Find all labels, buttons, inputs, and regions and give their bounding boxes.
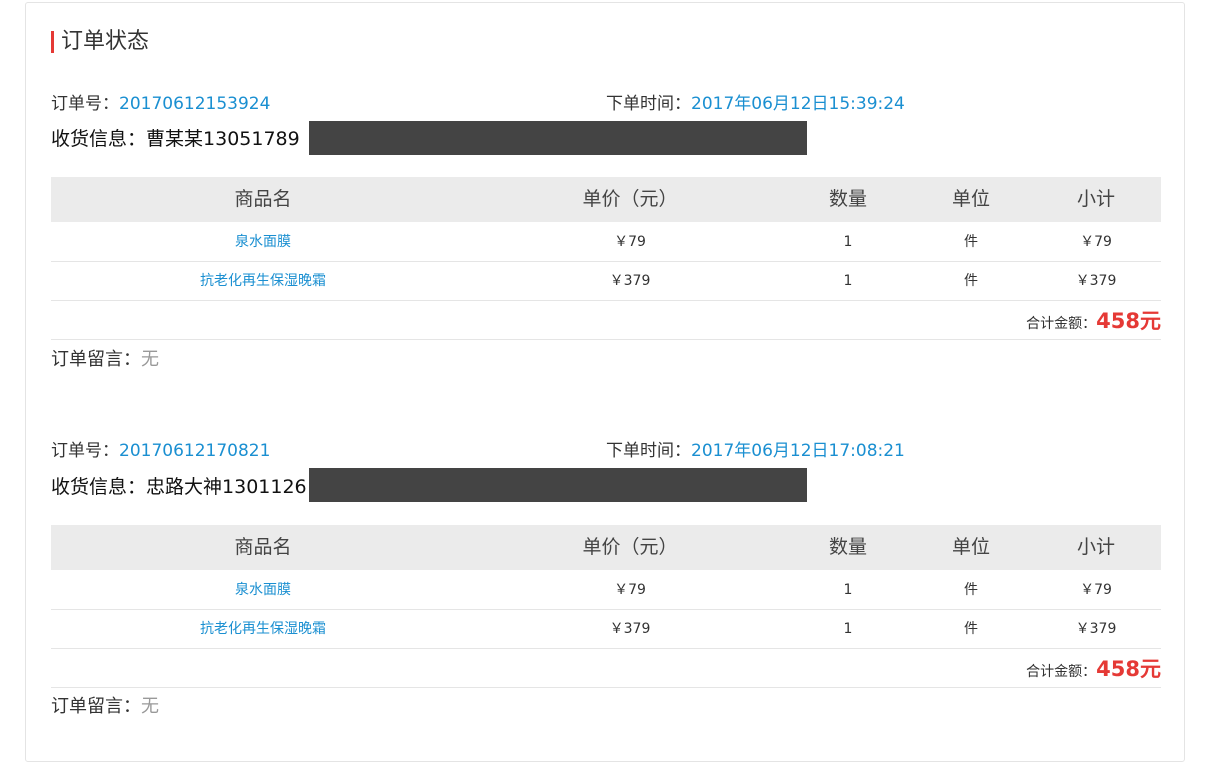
unit: 件 bbox=[964, 273, 978, 289]
quantity: 1 bbox=[843, 582, 853, 598]
redaction-block bbox=[309, 468, 807, 502]
table-row: 抗老化再生保湿晚霜 ￥379 1 件 ￥379 bbox=[51, 610, 1161, 649]
shipping-info-value: 曹某某13051789 bbox=[146, 128, 300, 150]
column-header-price: 单价（元） bbox=[582, 188, 678, 210]
order-status-panel: 订单状态 订单号：20170612153924 下单时间：2017年06月12日… bbox=[25, 2, 1185, 762]
product-name-link[interactable]: 泉水面膜 bbox=[51, 571, 475, 609]
order-number: 订单号：20170612153924 bbox=[51, 94, 271, 114]
quantity: 1 bbox=[843, 621, 853, 637]
column-header-price: 单价（元） bbox=[582, 536, 678, 558]
table-header: 商品名 单价（元） 数量 单位 小计 bbox=[51, 525, 1161, 570]
order-remark: 订单留言：无 bbox=[51, 696, 159, 717]
subtotal: ￥379 bbox=[1075, 621, 1117, 637]
order-remark-value: 无 bbox=[141, 696, 159, 717]
quantity: 1 bbox=[843, 234, 853, 250]
order-number-value[interactable]: 20170612153924 bbox=[119, 94, 270, 114]
table-row: 泉水面膜 ￥79 1 件 ￥79 bbox=[51, 571, 1161, 610]
redaction-block bbox=[309, 121, 807, 155]
order-time: 下单时间：2017年06月12日17:08:21 bbox=[606, 441, 905, 461]
order-remark: 订单留言：无 bbox=[51, 349, 159, 370]
total-amount: 458元 bbox=[1096, 657, 1161, 681]
subtotal: ￥379 bbox=[1075, 273, 1117, 289]
shipping-info-value: 忠路大神1301126 bbox=[146, 476, 307, 498]
page-title: 订单状态 bbox=[51, 29, 149, 55]
order-remark-value: 无 bbox=[141, 349, 159, 370]
column-header-name: 商品名 bbox=[234, 536, 292, 558]
shipping-info: 收货信息：忠路大神1301126 bbox=[51, 476, 307, 498]
product-name-link[interactable]: 泉水面膜 bbox=[51, 223, 475, 261]
order-time-value: 2017年06月12日17:08:21 bbox=[691, 441, 905, 461]
table-row: 抗老化再生保湿晚霜 ￥379 1 件 ￥379 bbox=[51, 262, 1161, 301]
column-header-qty: 数量 bbox=[828, 188, 867, 210]
order-total: 合计金额：458元 bbox=[51, 649, 1161, 688]
column-header-unit: 单位 bbox=[951, 536, 990, 558]
column-header-unit: 单位 bbox=[951, 188, 990, 210]
column-header-qty: 数量 bbox=[828, 536, 867, 558]
shipping-info: 收货信息：曹某某13051789 bbox=[51, 128, 300, 150]
unit-price: ￥79 bbox=[614, 234, 646, 250]
table-row: 泉水面膜 ￥79 1 件 ￥79 bbox=[51, 223, 1161, 262]
order-time: 下单时间：2017年06月12日15:39:24 bbox=[606, 94, 905, 114]
product-name-link[interactable]: 抗老化再生保湿晚霜 bbox=[51, 262, 475, 300]
subtotal: ￥79 bbox=[1080, 234, 1112, 250]
column-header-subtotal: 小计 bbox=[1076, 188, 1115, 210]
column-header-name: 商品名 bbox=[234, 188, 292, 210]
subtotal: ￥79 bbox=[1080, 582, 1112, 598]
order-total: 合计金额：458元 bbox=[51, 301, 1161, 340]
title-accent-bar bbox=[51, 31, 54, 53]
unit-price: ￥79 bbox=[614, 582, 646, 598]
page-title-text: 订单状态 bbox=[61, 29, 150, 54]
column-header-subtotal: 小计 bbox=[1076, 536, 1115, 558]
unit: 件 bbox=[964, 582, 978, 598]
order-time-value: 2017年06月12日15:39:24 bbox=[691, 94, 905, 114]
product-name-link[interactable]: 抗老化再生保湿晚霜 bbox=[51, 610, 475, 648]
quantity: 1 bbox=[843, 273, 853, 289]
unit-price: ￥379 bbox=[609, 273, 651, 289]
order-number: 订单号：20170612170821 bbox=[51, 441, 271, 461]
total-amount: 458元 bbox=[1096, 309, 1161, 333]
unit: 件 bbox=[964, 234, 978, 250]
order-number-value[interactable]: 20170612170821 bbox=[119, 441, 270, 461]
table-header: 商品名 单价（元） 数量 单位 小计 bbox=[51, 177, 1161, 222]
unit: 件 bbox=[964, 621, 978, 637]
unit-price: ￥379 bbox=[609, 621, 651, 637]
